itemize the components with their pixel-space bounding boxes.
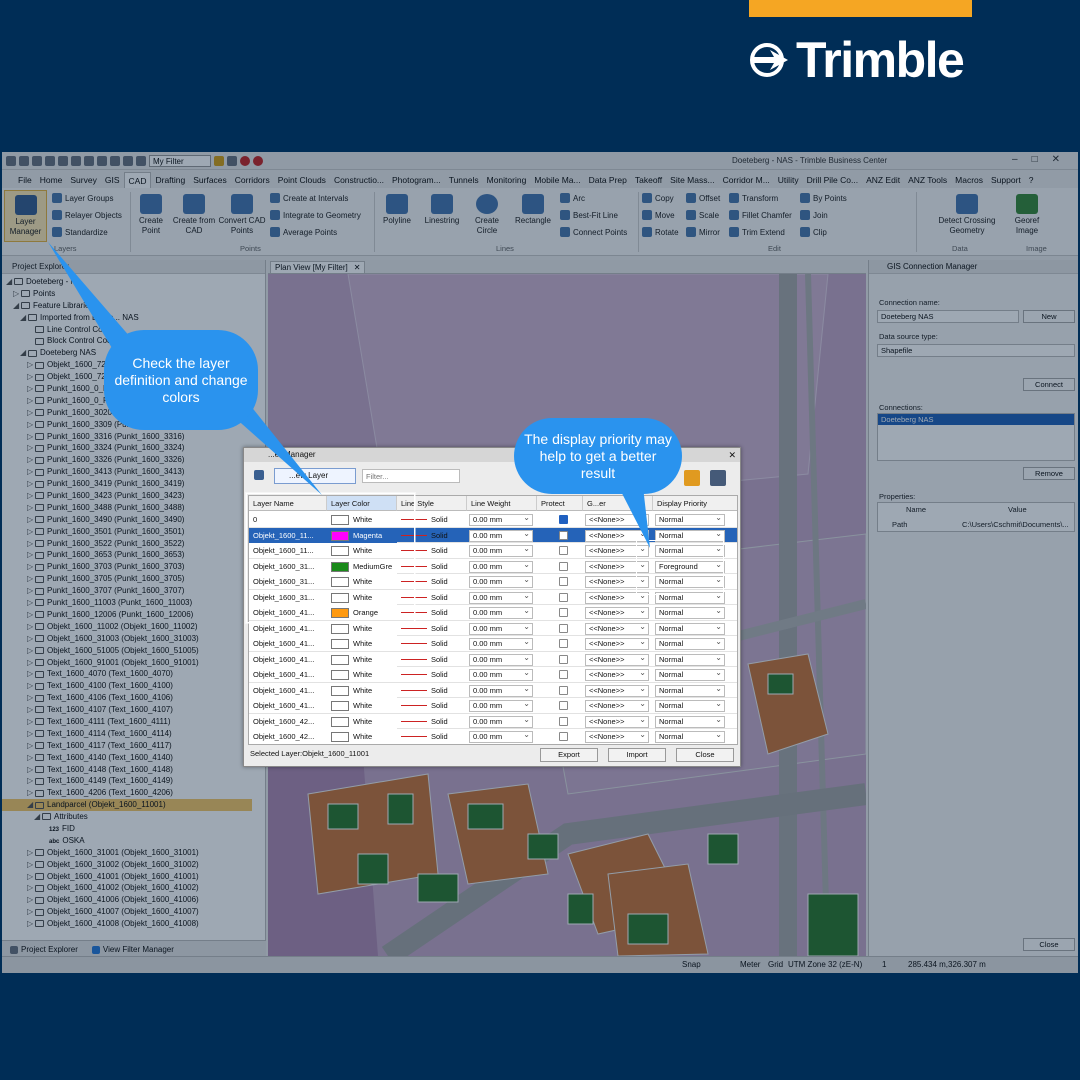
callout-priority: The display priority may help to get a b… xyxy=(514,418,682,494)
callout-layer: Check the layer definition and change co… xyxy=(104,330,258,430)
callout-pointers xyxy=(48,242,650,548)
